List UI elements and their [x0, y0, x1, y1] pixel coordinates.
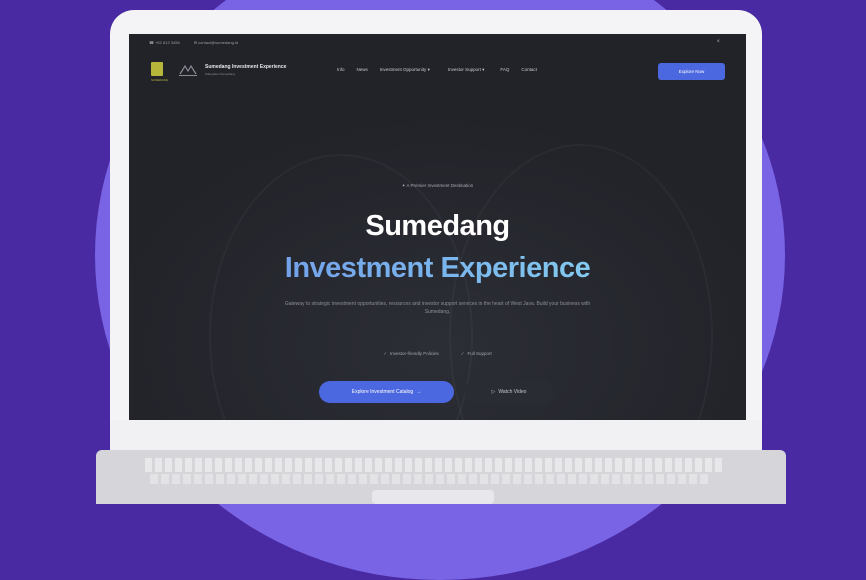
topbar-email[interactable]: ✉ contact@sumedang.id [194, 40, 238, 45]
laptop-screen: ☎ +62 812 3456 ✉ contact@sumedang.id × S… [129, 34, 746, 420]
check-icon: ✓ [383, 351, 387, 356]
chevron-down-icon: ▾ [427, 67, 430, 72]
chevron-down-icon: ▾ [482, 67, 485, 72]
watch-video-button[interactable]: ▷ Watch Video [464, 381, 554, 403]
nav-cta-button[interactable]: Explore Now [658, 63, 725, 80]
arrow-right-icon: → [416, 389, 422, 395]
nav-links: Info News Investment Opportunity ▾ Inves… [337, 67, 537, 73]
hero-description: Gateway to strategic investment opportun… [284, 301, 591, 315]
hero-pill: ✦ A Premier Investment Destination [401, 183, 474, 188]
brand-name: Sumedang Investment Experience [205, 64, 287, 70]
nav-link-info[interactable]: Info [337, 67, 345, 73]
regency-logo[interactable] [151, 62, 163, 76]
check-icon: ✓ [460, 351, 465, 356]
hero-title-line2: Investment Experience [129, 252, 746, 285]
topbar-phone[interactable]: ☎ +62 812 3456 [149, 40, 180, 45]
nav-link-news[interactable]: News [357, 67, 368, 73]
brand-tagline: Kabupaten Sumedang [205, 72, 235, 76]
partner-logo [179, 64, 197, 76]
play-icon: ▷ [491, 389, 496, 395]
keyboard [145, 458, 725, 472]
nav-link-faq[interactable]: FAQ [500, 67, 509, 73]
brand[interactable]: Sumedang Investment Experience Kabupaten… [205, 64, 286, 76]
explore-catalog-button[interactable]: Explore Investment Catalog → [319, 381, 454, 403]
hero-features: ✓ Investor-friendly Policies ✓ Full Suppor… [129, 351, 746, 357]
trackpad [372, 490, 494, 504]
nav-link-contact[interactable]: Contact [521, 67, 537, 73]
feature-item: ✓ Full Support [460, 351, 492, 356]
regency-logo-caption: SUMEDANG [151, 78, 169, 82]
nav-link-investment-opportunity[interactable]: Investment Opportunity ▾ [380, 67, 430, 73]
keyboard [150, 474, 710, 484]
nav-link-investor-support[interactable]: Investor Support ▾ [448, 67, 485, 73]
close-icon[interactable]: × [716, 39, 720, 45]
hero-title-line1: Sumedang [365, 210, 510, 242]
topbar: ☎ +62 812 3456 ✉ contact@sumedang.id [149, 40, 238, 45]
feature-item: ✓ Investor-friendly Policies [383, 351, 439, 356]
navbar: SUMEDANG Sumedang Investment Experience … [129, 60, 746, 86]
